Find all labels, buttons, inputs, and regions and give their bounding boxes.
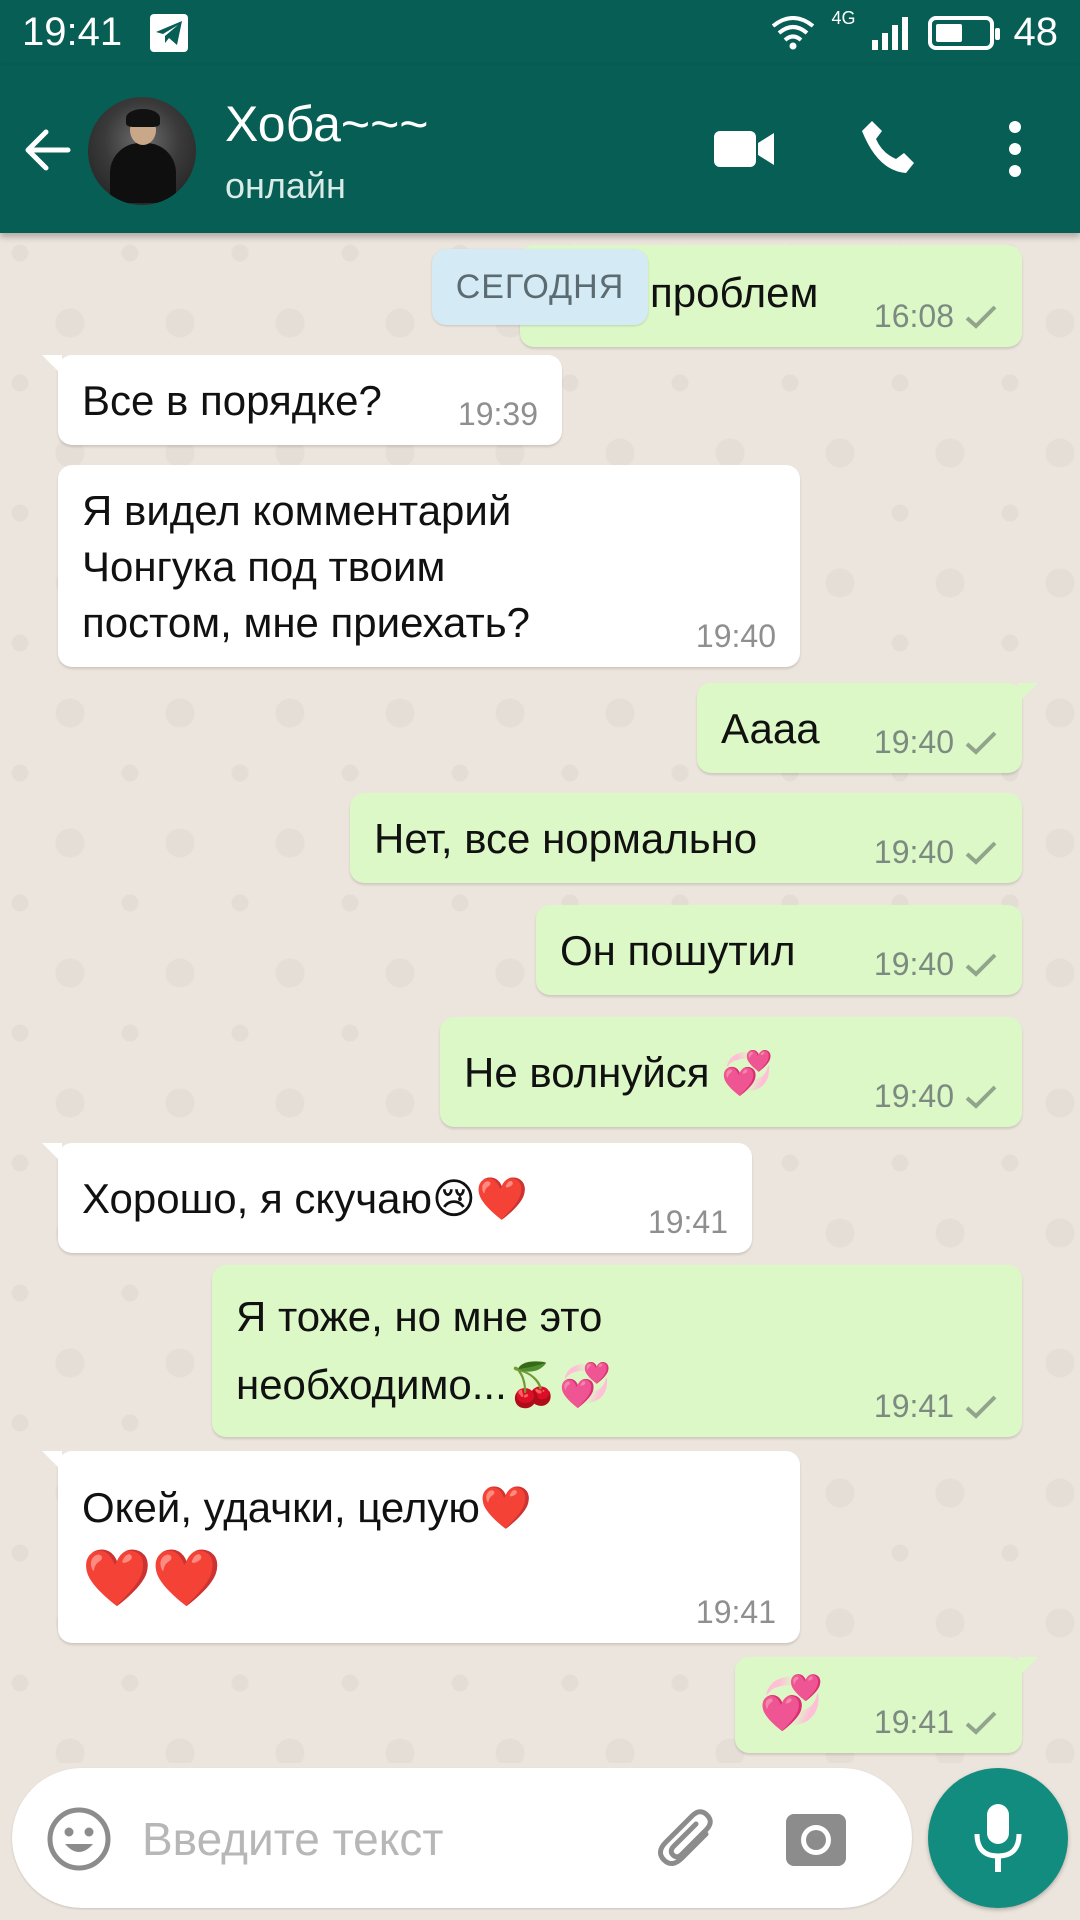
wifi-icon	[772, 15, 815, 49]
message-time: 19:40	[873, 724, 954, 760]
message-meta: 19:41	[874, 1388, 998, 1425]
message-text-line: ❤️❤️	[82, 1546, 222, 1609]
message-meta: 19:41	[874, 1704, 998, 1741]
message-text-line: постом, мне приехать?	[82, 599, 530, 646]
message-time: 19:41	[647, 1204, 728, 1240]
message-time: 19:41	[873, 1388, 954, 1424]
battery-level: 48	[1013, 10, 1059, 54]
microphone-icon	[974, 1804, 1022, 1872]
single-check-icon	[965, 841, 997, 865]
message-text-line: Я видел комментарий	[82, 487, 512, 534]
battery-icon	[927, 15, 1000, 50]
message-text: Хорошо, я скучаю😢❤️	[82, 1175, 529, 1222]
signal-icon	[871, 16, 908, 50]
message-bubble-incoming[interactable]: Все в порядке? 19:39	[42, 355, 562, 445]
smile-icon[interactable]	[46, 1806, 112, 1872]
message-time: 19:41	[695, 1594, 776, 1630]
message-meta: 19:40	[874, 1078, 998, 1115]
message-meta: 19:40	[874, 834, 998, 871]
message-meta: 19:41	[696, 1594, 776, 1631]
message-composer	[12, 1768, 912, 1908]
message-bubble-outgoing[interactable]: Нет, все нормально 19:40	[350, 793, 1022, 883]
message-text: проблем	[650, 269, 819, 316]
message-input[interactable]	[142, 1804, 642, 1874]
message-time: 19:40	[873, 834, 954, 870]
message-bubble-outgoing[interactable]: Не волнуйся 💞 19:40	[440, 1017, 1022, 1127]
date-chip: СЕГОДНЯ	[432, 249, 648, 325]
single-check-icon	[965, 1711, 997, 1735]
status-icons: 4G 48	[771, 8, 1059, 55]
status-bar: 19:41 4G 48	[0, 0, 1080, 65]
message-meta: 19:39	[458, 396, 538, 433]
camera-icon[interactable]	[784, 1806, 848, 1870]
message-text-line: Чонгука под твоим	[82, 543, 446, 590]
message-time: 19:40	[873, 946, 954, 982]
message-meta: 19:40	[874, 724, 998, 761]
more-vertical-icon[interactable]	[1000, 119, 1030, 179]
chat-header: Хоба~~~ онлайн	[0, 65, 1080, 233]
avatar[interactable]	[88, 97, 196, 205]
message-bubble-incoming[interactable]: Окей, удачки, целую❤️ ❤️❤️ 19:41	[42, 1451, 800, 1643]
single-check-icon	[965, 305, 997, 329]
message-time: 19:39	[457, 396, 538, 432]
message-bubble-outgoing[interactable]: Он пошутил 19:40	[536, 905, 1022, 995]
contact-status: онлайн	[225, 165, 346, 206]
message-meta: 19:41	[648, 1204, 728, 1241]
arrow-left-icon[interactable]	[20, 123, 74, 177]
telegram-icon	[150, 13, 189, 52]
message-bubble-incoming[interactable]: Я видел комментарий Чонгука под твоим по…	[58, 465, 800, 667]
single-check-icon	[965, 1395, 997, 1419]
phone-icon[interactable]	[858, 117, 918, 177]
network-type: 4G	[831, 8, 856, 28]
message-time: 19:40	[873, 1078, 954, 1114]
status-time: 19:41	[22, 10, 123, 54]
message-text-line: Окей, удачки, целую❤️	[82, 1484, 533, 1531]
contact-name[interactable]: Хоба~~~	[225, 95, 429, 153]
mic-button[interactable]	[928, 1768, 1068, 1908]
message-time: 19:40	[695, 618, 776, 654]
message-meta: 16:08	[874, 298, 998, 335]
message-text-line: Я тоже, но мне это	[236, 1293, 603, 1340]
message-bubble-outgoing[interactable]: Аааа 19:40	[697, 683, 1038, 773]
paperclip-icon[interactable]	[652, 1804, 724, 1876]
video-camera-icon[interactable]	[712, 125, 776, 173]
message-bubble-outgoing[interactable]: Я тоже, но мне это необходимо...🍒💞 19:41	[212, 1265, 1022, 1437]
message-time: 19:41	[873, 1704, 954, 1740]
message-meta: 19:40	[696, 618, 776, 655]
single-check-icon	[965, 1085, 997, 1109]
message-bubble-incoming[interactable]: Хорошо, я скучаю😢❤️ 19:41	[42, 1143, 752, 1253]
single-check-icon	[965, 953, 997, 977]
single-check-icon	[965, 731, 997, 755]
message-time: 16:08	[873, 298, 954, 334]
message-meta: 19:40	[874, 946, 998, 983]
message-bubble-outgoing[interactable]: 💞 19:41	[735, 1657, 1038, 1753]
chat-area[interactable]: СЕГОДНЯ проблем 16:08 Все в порядке? 19:…	[0, 233, 1080, 1763]
